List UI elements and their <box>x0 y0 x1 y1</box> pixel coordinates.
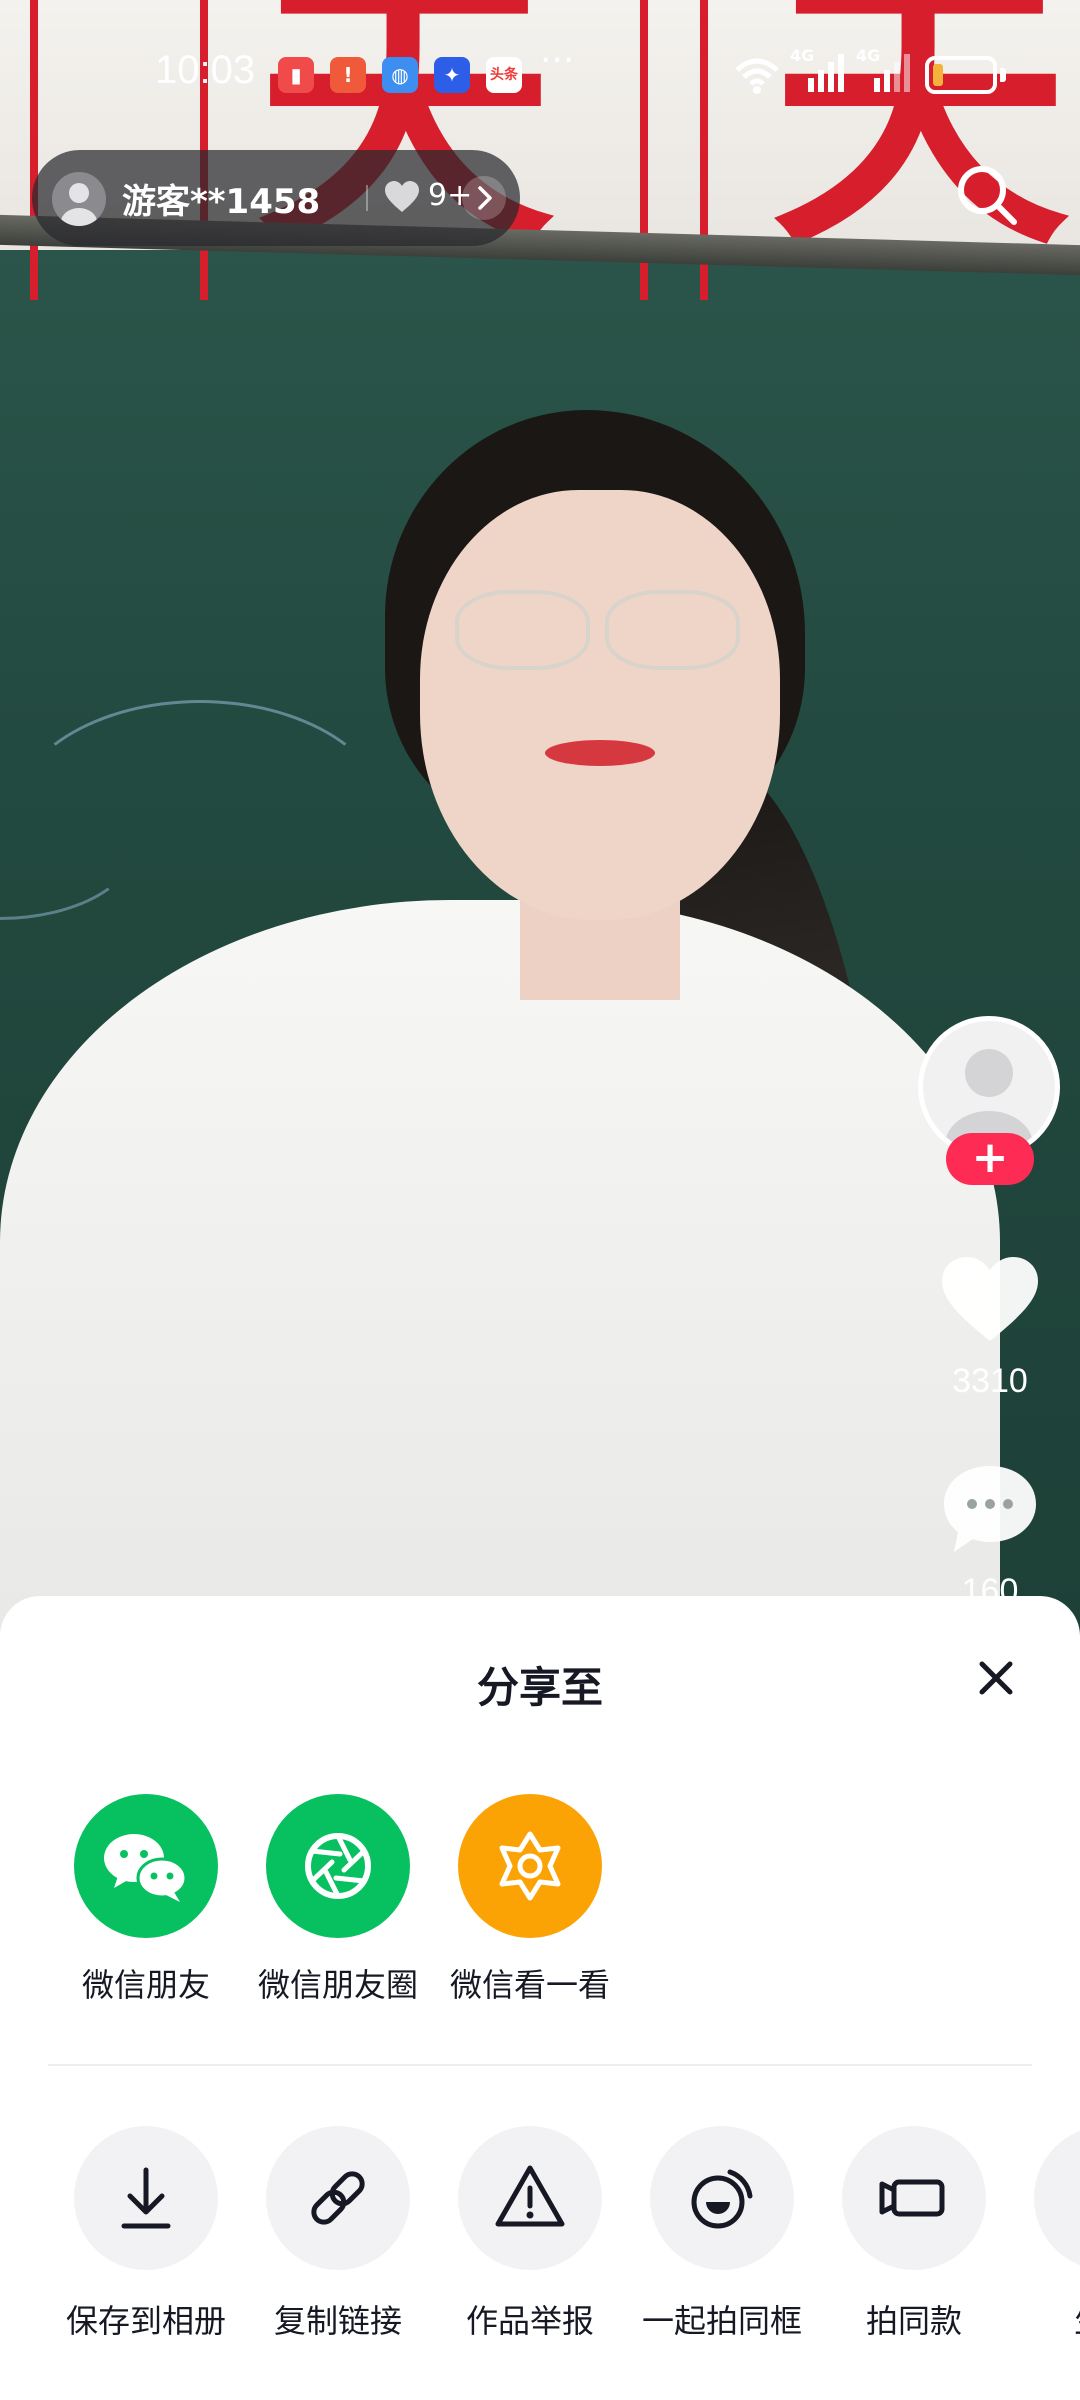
action-label: 一起拍同框 <box>641 2302 802 2340</box>
like-heart-icon[interactable] <box>940 1255 1040 1345</box>
signal-2-label: 4G <box>856 46 881 65</box>
generate-icon <box>1034 2126 1080 2270</box>
share-target-label: 微信朋友圈 <box>257 1966 418 2004</box>
status-time: 10:03 <box>155 48 256 92</box>
actions-row[interactable]: 保存到相册 复制链接 作品举报 一起拍同框 拍同款 <box>0 2126 1080 2376</box>
generate-button[interactable]: 生成 <box>1010 2126 1080 2342</box>
share-targets-row: 微信朋友 微信朋友圈 微信看一看 <box>0 1794 1080 2014</box>
wechat-moments-icon <box>266 1794 410 1938</box>
action-label: 复制链接 <box>273 2302 402 2340</box>
duet-icon <box>650 2126 794 2270</box>
save-to-album-button[interactable]: 保存到相册 <box>50 2126 242 2342</box>
follow-button[interactable]: + <box>946 1133 1034 1185</box>
battery-icon <box>925 56 997 94</box>
person-shirt <box>0 900 1000 1640</box>
shoot-same-button[interactable]: 拍同款 <box>818 2126 1010 2342</box>
camera-icon <box>842 2126 986 2270</box>
share-sheet: 分享至 微信朋友 微信朋友圈 微信看一看 保存到相册 复制链接 作品举报 一起拍… <box>0 1596 1080 2400</box>
share-sheet-divider <box>48 2064 1032 2066</box>
heart-icon <box>385 181 419 212</box>
share-target-label: 微信朋友 <box>81 1966 210 2004</box>
guest-username: 游客**1458 <box>122 182 321 222</box>
wechat-look-icon <box>458 1794 602 1938</box>
share-target-label: 微信看一看 <box>449 1966 610 2004</box>
link-icon <box>266 2126 410 2270</box>
status-bar: 10:03 ▮ ! ◍ ✦ 头条 ··· 4G 4G <box>0 40 1080 110</box>
book-app-icon: ▮ <box>278 57 314 93</box>
action-label: 保存到相册 <box>65 2302 226 2340</box>
duet-button[interactable]: 一起拍同框 <box>626 2126 818 2342</box>
banner-char: 天 <box>770 0 1070 286</box>
glasses <box>605 590 740 670</box>
battery-cap <box>1000 68 1006 82</box>
signal-1-icon: 4G <box>790 46 844 100</box>
warning-icon <box>458 2126 602 2270</box>
lightbulb-app-icon: ✦ <box>434 57 470 93</box>
signal-1-label: 4G <box>790 46 815 65</box>
action-label: 拍同款 <box>865 2302 962 2340</box>
blue-app-icon: ◍ <box>382 57 418 93</box>
action-label: 生成 <box>1010 2296 1080 2342</box>
pill-divider <box>366 185 368 211</box>
more-notifications-icon: ··· <box>540 40 575 81</box>
chevron-right-icon[interactable] <box>462 176 506 220</box>
download-icon <box>74 2126 218 2270</box>
share-wechat-moments[interactable]: 微信朋友圈 <box>242 1794 434 2006</box>
toutiao-app-icon: 头条 <box>486 57 522 93</box>
like-count: 3310 <box>952 1362 1028 1400</box>
report-button[interactable]: 作品举报 <box>434 2126 626 2342</box>
share-sheet-title: 分享至 <box>476 1663 603 1712</box>
lips <box>545 740 655 766</box>
share-wechat-friends[interactable]: 微信朋友 <box>50 1794 242 2006</box>
close-icon[interactable] <box>972 1654 1020 1702</box>
person-face <box>420 490 780 920</box>
wechat-icon <box>74 1794 218 1938</box>
search-icon[interactable] <box>952 160 1022 230</box>
glasses <box>455 590 590 670</box>
signal-2-icon: 4G <box>856 46 910 100</box>
guest-user-pill[interactable]: 游客**1458 9+ <box>32 150 520 246</box>
wifi-icon <box>735 58 779 94</box>
guest-avatar-icon <box>52 172 106 226</box>
share-wechat-look[interactable]: 微信看一看 <box>434 1794 626 2006</box>
video-player[interactable]: 天 天 <box>0 0 1080 1640</box>
comment-icon[interactable] <box>940 1462 1040 1558</box>
action-label: 作品举报 <box>465 2302 594 2340</box>
alert-app-icon: ! <box>330 57 366 93</box>
copy-link-button[interactable]: 复制链接 <box>242 2126 434 2342</box>
